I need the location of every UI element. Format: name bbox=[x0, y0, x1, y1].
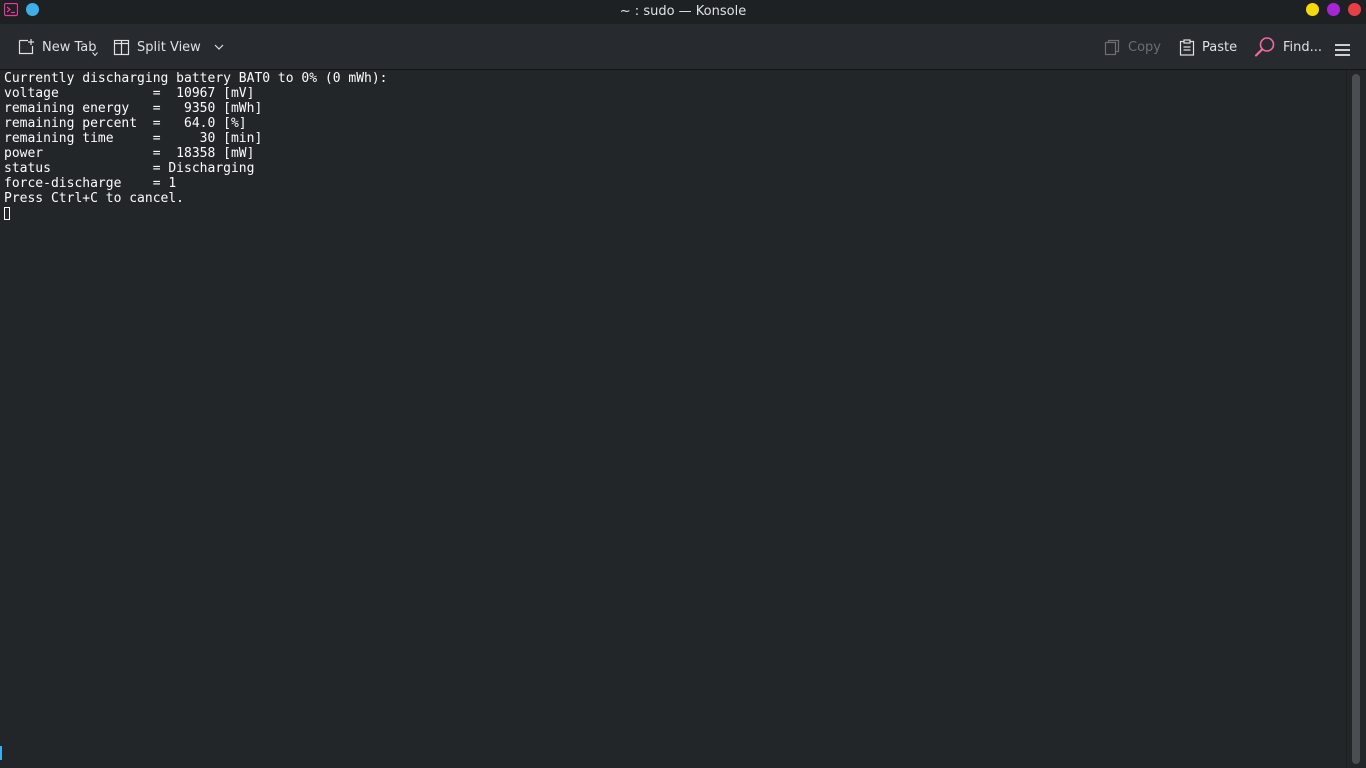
konsole-window: ~ : sudo — Konsole New Tab Split View Co… bbox=[0, 0, 1366, 768]
minimize-button[interactable] bbox=[1306, 3, 1319, 16]
terminal-line: force-discharge = 1 bbox=[4, 176, 177, 191]
terminal-marker bbox=[0, 746, 2, 760]
split-view-label: Split View bbox=[137, 39, 201, 55]
terminal-scrollbar[interactable] bbox=[1346, 70, 1366, 768]
terminal-line: Currently discharging battery BAT0 to 0%… bbox=[4, 71, 388, 86]
terminal-line: voltage = 10967 [mV] bbox=[4, 86, 255, 101]
terminal-view[interactable]: Currently discharging battery BAT0 to 0%… bbox=[0, 70, 1346, 768]
close-button[interactable] bbox=[1348, 3, 1361, 16]
new-tab-button[interactable]: New Tab bbox=[17, 35, 97, 59]
split-view-icon bbox=[113, 39, 130, 55]
chevron-down-icon[interactable] bbox=[92, 51, 98, 57]
split-view-button[interactable]: Split View bbox=[113, 35, 226, 59]
terminal-cursor bbox=[4, 207, 10, 220]
find-label: Find... bbox=[1283, 39, 1323, 55]
copy-label: Copy bbox=[1128, 39, 1161, 55]
hamburger-menu-button[interactable] bbox=[1334, 38, 1351, 62]
new-tab-icon bbox=[18, 39, 34, 55]
copy-button[interactable]: Copy bbox=[1104, 35, 1161, 59]
terminal-line: status = Discharging bbox=[4, 161, 255, 176]
terminal-line: Press Ctrl+C to cancel. bbox=[4, 191, 185, 206]
find-icon bbox=[1254, 37, 1275, 57]
title-bar[interactable]: ~ : sudo — Konsole bbox=[0, 0, 1366, 24]
window-title: ~ : sudo — Konsole bbox=[619, 4, 747, 19]
terminal-line: power = 18358 [mW] bbox=[4, 146, 255, 161]
hamburger-menu-icon bbox=[1335, 44, 1350, 56]
chevron-down-icon[interactable] bbox=[212, 40, 226, 54]
terminal-line: remaining percent = 64.0 [%] bbox=[4, 116, 247, 131]
scrollbar-thumb[interactable] bbox=[1352, 74, 1360, 764]
new-tab-label: New Tab bbox=[42, 39, 97, 55]
paste-label: Paste bbox=[1202, 39, 1238, 55]
terminal-line: remaining energy = 9350 [mWh] bbox=[4, 101, 263, 116]
terminal-output: Currently discharging battery BAT0 to 0%… bbox=[4, 71, 388, 206]
find-button[interactable]: Find... bbox=[1254, 35, 1322, 59]
paste-icon bbox=[1179, 38, 1195, 56]
paste-button[interactable]: Paste bbox=[1179, 35, 1237, 59]
copy-icon bbox=[1104, 39, 1120, 55]
terminal-line: remaining time = 30 [min] bbox=[4, 131, 263, 146]
maximize-button[interactable] bbox=[1327, 3, 1340, 16]
main-toolbar: New Tab Split View Copy Paste Find... bbox=[0, 24, 1366, 70]
